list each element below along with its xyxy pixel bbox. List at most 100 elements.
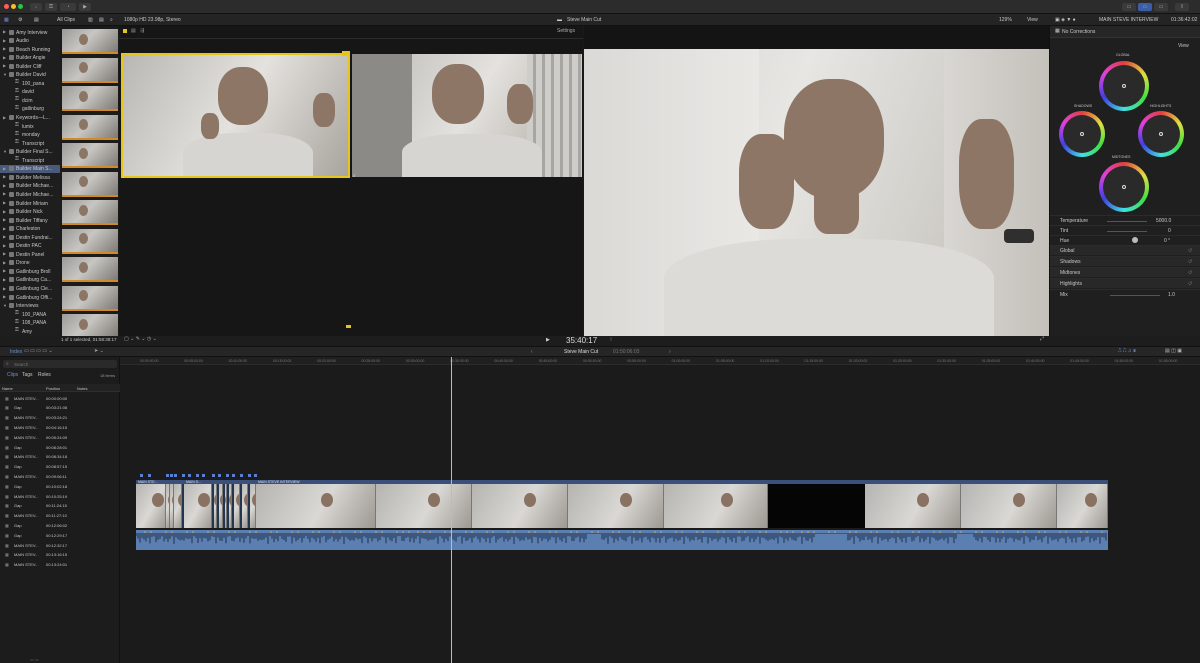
import-icon[interactable]: ↓ [30,3,42,11]
gap-clip[interactable] [768,484,865,528]
clip-marker[interactable] [188,474,191,477]
event-thumbnail[interactable] [62,86,118,111]
disclosure-triangle-icon[interactable]: ▶ [3,277,6,282]
reset-icon[interactable]: ↺ [1188,281,1192,287]
disclosure-triangle-icon[interactable]: ▶ [3,166,6,171]
index-row[interactable]: ▦ Gap 00:08:28:01 [0,442,120,452]
library-event-item[interactable]: ▶ Amy Interview [0,28,60,37]
clip-appearance-icon[interactable]: ▢ ⌄ ✎ ⌄ ◷ ⌄ [124,336,157,342]
event-thumbnail[interactable] [62,29,118,54]
disclosure-triangle-icon[interactable]: ▶ [3,29,6,34]
index-row[interactable]: ▦ MAIN STEV... 00:00:00:00 [0,393,120,403]
disclosure-triangle-icon[interactable]: ▶ [3,226,6,231]
disclosure-triangle-icon[interactable]: ▶ [3,63,6,68]
disclosure-triangle-icon[interactable]: ▶ [3,234,6,239]
library-event-item[interactable]: ▶ Builder Michae... [0,182,60,191]
mix-slider[interactable] [1110,295,1160,296]
event-thumbnail[interactable] [62,200,118,225]
library-event-item[interactable]: ▶ Gatlinburg Offi... [0,293,60,302]
library-event-item[interactable]: ▼ Builder Final S... [0,148,60,157]
library-event-item[interactable]: ▶ Keywords—L... [0,114,60,123]
clip-marker[interactable] [226,474,229,477]
clip-marker[interactable] [148,474,151,477]
clip-marker[interactable] [166,474,169,477]
edit-point[interactable] [212,484,214,528]
temperature-row[interactable]: Temperature 5000.0 [1050,215,1200,225]
edit-point[interactable] [248,484,250,528]
viewer-frame[interactable] [584,49,1049,336]
timeline-ruler[interactable]: 00:00:00:00 00:05:00:00 00:10:00:00 00:15:0… [120,357,1200,365]
history-forward-icon[interactable]: › [669,349,671,355]
timeline-clip[interactable] [961,484,1057,528]
search-icon[interactable]: ⌕ [110,17,113,23]
play-button[interactable]: ▶ [546,337,550,343]
disclosure-triangle-icon[interactable]: ▶ [3,55,6,60]
mix-row[interactable]: Mix 1.0 [1050,289,1200,299]
timeline-clip[interactable] [664,484,768,528]
audio-waveform-icon[interactable]: ⇶ [140,28,144,34]
background-tasks-icon[interactable]: ◔ [60,3,76,11]
minimize-window-button[interactable] [11,4,16,9]
section-global[interactable]: Global ↺ [1050,245,1200,255]
keyword-collection-item[interactable]: ⚿ 100_pana [0,79,60,88]
highlights-color-wheel[interactable] [1138,111,1184,157]
event-thumbnail[interactable] [62,228,118,254]
keyword-collection-item[interactable]: ⚿ monday [0,131,60,140]
index-row[interactable]: ▦ Gap 00:10:02:18 [0,481,120,491]
disclosure-triangle-icon[interactable]: ▶ [3,174,6,179]
index-footer-button[interactable]: ▭ ▭ [30,657,39,662]
global-color-wheel[interactable] [1099,61,1149,111]
keyword-collection-item[interactable]: ⚿ gatlinburg [0,105,60,114]
color-board-icon[interactable]: ▦ [1055,28,1060,34]
zoom-window-button[interactable] [18,4,23,9]
edit-point[interactable] [217,484,219,528]
index-tab-clips[interactable]: Clips [7,372,18,378]
clip-marker[interactable] [232,474,235,477]
hue-row[interactable]: Hue 0 ° [1050,235,1200,245]
share-icon[interactable]: ▶ [79,3,91,11]
library-event-item[interactable]: ▶ Destin Fundrai... [0,233,60,242]
library-event-item[interactable]: ▶ Builder Angie [0,54,60,63]
index-row[interactable]: ▦ MAIN STEV... 00:11:27:10 [0,511,120,521]
index-row[interactable]: ▦ Gap 00:03:21:08 [0,403,120,413]
timeline-clip[interactable] [376,484,472,528]
select-tool-icon[interactable]: ➤ ⌄ [94,348,104,354]
disclosure-triangle-icon[interactable]: ▶ [3,251,6,256]
index-row[interactable]: ▦ MAIN STEV... 00:05:24:09 [0,432,120,442]
keyword-collection-item[interactable]: ⚿ 108_PANA [0,319,60,328]
viewer-view-dropdown[interactable]: View [1027,17,1038,23]
disclosure-triangle-icon[interactable]: ▶ [3,243,6,248]
index-row[interactable]: ▦ Gap 00:11:24:15 [0,501,120,511]
library-event-item[interactable]: ▼ Builder David [0,71,60,80]
layout-timeline-icon[interactable]: ▭ [1138,3,1152,11]
library-event-item[interactable]: ▶ Builder Tiffany [0,216,60,225]
library-event-item[interactable]: ▶ Builder Main S... [0,164,60,174]
keyword-collection-item[interactable]: ⚿ 100_PANA [0,310,60,319]
section-highlights[interactable]: Highlights ↺ [1050,278,1200,288]
index-row[interactable]: ▦ MAIN STEV... 00:13:16:15 [0,550,120,560]
library-event-item[interactable]: ▶ Destin PAC [0,242,60,251]
index-row[interactable]: ▦ MAIN STEV... 00:09:06:11 [0,471,120,481]
primary-storyline[interactable]: MAIN STE... MAIN S... MAIN STEVE INTERVIEW [136,472,1108,552]
disclosure-triangle-icon[interactable]: ▶ [3,209,6,214]
clip-filter-dropdown[interactable]: All Clips [57,17,75,23]
library-event-item[interactable]: ▶ Builder Michae... [0,190,60,199]
timeline-clip[interactable] [174,484,182,528]
clip-thumbnail-2[interactable] [352,54,582,177]
disclosure-triangle-icon[interactable]: ▶ [3,294,6,299]
selected-clip-thumbnail[interactable] [121,53,350,178]
timeline-clip[interactable] [256,484,376,528]
disclosure-triangle-icon[interactable]: ▼ [3,149,7,154]
index-tab-tags[interactable]: Tags [22,372,33,378]
clip-marker[interactable] [218,474,221,477]
disclosure-triangle-icon[interactable]: ▶ [3,286,6,291]
disclosure-triangle-icon[interactable]: ▶ [3,260,6,265]
timeline-clip[interactable] [568,484,664,528]
keyword-icon[interactable]: ⚿ [45,3,57,11]
clip-marker[interactable] [170,474,173,477]
clip-marker[interactable] [254,474,257,477]
clip-marker[interactable] [240,474,243,477]
keyword-collection-item[interactable]: ⚿ dcim [0,96,60,105]
index-button[interactable]: Index [10,349,22,355]
layout-inspector-icon[interactable]: ▭ [1154,3,1168,11]
